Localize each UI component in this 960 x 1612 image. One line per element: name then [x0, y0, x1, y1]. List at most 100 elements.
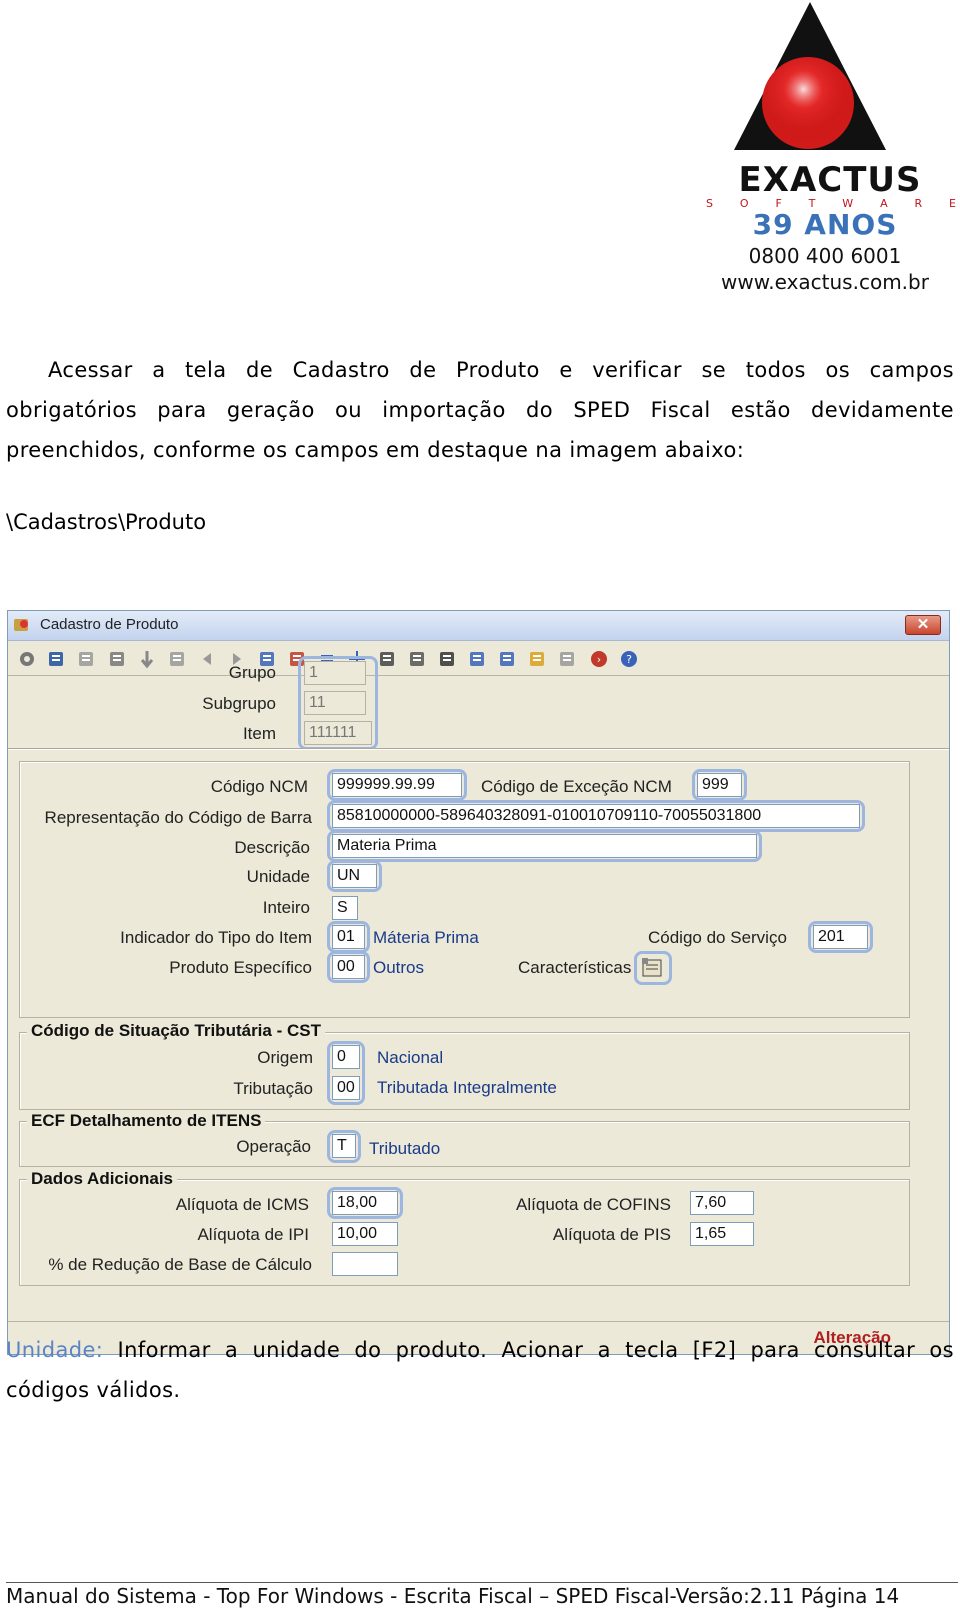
item-field[interactable]: 111111 [304, 721, 372, 745]
ipi-field[interactable]: 10,00 [332, 1222, 398, 1246]
unidade-note-line: Unidade: Informar a unidade do produto. … [6, 1330, 954, 1370]
app-icon [13, 616, 31, 634]
footer-divider [6, 1582, 958, 1583]
origem-label: Origem [257, 1048, 313, 1067]
document-icon [560, 652, 574, 666]
filter-icon [440, 652, 454, 666]
cofins-label: Alíquota de COFINS [516, 1195, 671, 1214]
edit-button[interactable] [75, 648, 97, 670]
intro-line: preenchidos, conforme os campos em desta… [6, 438, 745, 462]
refresh-button[interactable] [496, 648, 518, 670]
pen-icon [530, 652, 544, 666]
ipi-label: Alíquota de IPI [197, 1225, 309, 1244]
subgrupo-field[interactable]: 11 [304, 691, 366, 715]
tipo-item-label: Indicador do Tipo do Item [120, 928, 312, 947]
pis-field[interactable]: 1,65 [690, 1222, 754, 1246]
reducao-label: % de Redução de Base de Cálculo [48, 1255, 312, 1274]
unidade-label: Unidade [246, 867, 310, 886]
unidade-note: Unidade: Informar a unidade do produto. … [6, 1330, 954, 1410]
caracteristicas-label: Características [518, 958, 632, 977]
product-window: Cadastro de Produto ✕ ›? Grupo Subgrupo … [7, 610, 950, 1355]
ecf-title: ECF Detalhamento de ITENS [27, 1111, 266, 1131]
pis-label: Alíquota de PIS [552, 1225, 671, 1244]
calculator-icon [380, 652, 394, 666]
refresh-icon [500, 652, 514, 666]
grid-button[interactable] [406, 648, 428, 670]
gear-icon [20, 652, 34, 666]
document-button[interactable] [556, 648, 578, 670]
cofins-field[interactable]: 7,60 [690, 1191, 754, 1215]
unidade-note-label: Unidade: [6, 1338, 104, 1362]
down-arrow-icon [140, 651, 154, 669]
phone-number: 0800 400 6001 [748, 244, 902, 268]
operacao-label: Operação [236, 1137, 311, 1156]
close-button[interactable]: ✕ [905, 615, 941, 635]
intro-paragraph: Acessar a tela de Cadastro de Produto e … [6, 350, 954, 470]
brand-name: EXACTUS [738, 160, 922, 200]
subgrupo-label: Subgrupo [202, 694, 276, 713]
close-icon: ✕ [916, 616, 930, 633]
page-footer: Manual do Sistema - Top For Windows - Es… [6, 1584, 900, 1608]
window-titlebar: Cadastro de Produto ✕ [8, 611, 949, 641]
servico-label: Código do Serviço [648, 928, 787, 947]
down-arrow-button[interactable] [136, 648, 158, 670]
tributacao-label: Tributação [233, 1079, 313, 1098]
gear-button[interactable] [16, 648, 38, 670]
window-title: Cadastro de Produto [40, 616, 179, 633]
ncm-label: Código NCM [210, 777, 308, 796]
pen-button[interactable] [526, 648, 548, 670]
operacao-field[interactable]: T [332, 1134, 356, 1158]
descricao-field[interactable]: Materia Prima [332, 834, 757, 858]
save-button[interactable] [45, 648, 67, 670]
adicionais-title: Dados Adicionais [27, 1169, 178, 1189]
exit-button[interactable]: › [588, 648, 610, 670]
reducao-field[interactable] [332, 1252, 398, 1276]
especifico-label: Produto Específico [169, 958, 312, 977]
barcode-field[interactable]: 85810000000-589640328091-010010709110-70… [332, 804, 860, 828]
save-icon [49, 652, 63, 666]
tributacao-field[interactable]: 00 [332, 1076, 360, 1100]
move-button[interactable] [106, 648, 128, 670]
move-icon [110, 652, 124, 666]
inteiro-field[interactable]: S [332, 896, 358, 920]
especifico-desc: Outros [373, 958, 425, 977]
help-button[interactable]: ? [618, 648, 640, 670]
intro-line: Acessar a tela de Cadastro de Produto e … [48, 358, 954, 382]
svg-text:?: ? [626, 653, 632, 666]
operacao-desc: Tributado [369, 1139, 441, 1158]
descricao-label: Descrição [234, 838, 310, 857]
menu-path: \Cadastros\Produto [6, 510, 207, 534]
intro-line: obrigatórios para geração ou importação … [6, 398, 954, 422]
caracteristicas-button[interactable] [640, 956, 666, 980]
grupo-field[interactable]: 1 [304, 661, 366, 685]
especifico-field[interactable]: 00 [332, 955, 365, 979]
unidade-note-line: códigos válidos. [6, 1378, 181, 1402]
tipo-item-field[interactable]: 01 [332, 925, 365, 949]
origem-field[interactable]: 0 [332, 1045, 360, 1069]
edit-icon [79, 652, 93, 666]
cst-title: Código de Situação Tributária - CST [27, 1021, 325, 1041]
help-icon: ? [621, 651, 637, 667]
unidade-field[interactable]: UN [332, 864, 377, 888]
grupo-label: Grupo [228, 663, 276, 682]
icms-field[interactable]: 18,00 [332, 1191, 398, 1215]
barcode-label: Representação do Código de Barra [44, 808, 312, 827]
grid-icon [410, 652, 424, 666]
separator [8, 748, 949, 750]
tributacao-desc: Tributada Integralmente [377, 1078, 557, 1097]
item-label: Item [242, 724, 276, 743]
unidade-note-text: Informar a unidade do produto. Acionar a… [103, 1338, 954, 1362]
years-badge: 39 ANOS [752, 208, 898, 241]
website-url: www.exactus.com.br [721, 270, 929, 294]
icms-label: Alíquota de ICMS [175, 1195, 309, 1214]
servico-field[interactable]: 201 [813, 925, 868, 949]
inteiro-label: Inteiro [262, 898, 310, 917]
calculator-button[interactable] [376, 648, 398, 670]
list-icon [470, 652, 484, 666]
ncm-field[interactable]: 999999.99.99 [332, 773, 462, 797]
svg-text:›: › [597, 653, 601, 666]
exit-icon: › [591, 651, 607, 667]
list-button[interactable] [466, 648, 488, 670]
exc-ncm-field[interactable]: 999 [697, 773, 742, 797]
filter-button[interactable] [436, 648, 458, 670]
